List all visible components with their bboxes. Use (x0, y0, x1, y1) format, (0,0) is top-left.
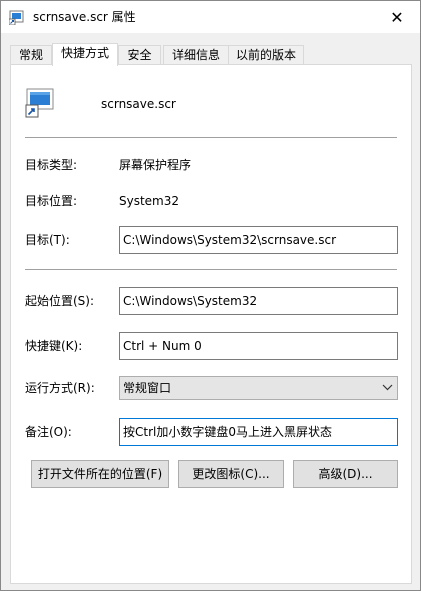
chevron-down-icon (382, 377, 393, 407)
divider (25, 269, 397, 270)
window-title: scrnsave.scr 属性 (33, 10, 136, 24)
shortcut-panel: scrnsave.scr 目标类型: 屏幕保护程序 目标位置: System32… (10, 64, 412, 584)
run-select-value: 常规窗口 (123, 381, 172, 395)
shortcut-key-label: 快捷键(K): (25, 339, 83, 353)
target-location-value: System32 (119, 194, 180, 208)
screensaver-shortcut-icon (25, 87, 57, 119)
shortcut-key-field[interactable]: Ctrl + Num 0 (119, 332, 398, 360)
tab-shortcut[interactable]: 快捷方式 (52, 43, 118, 66)
advanced-button[interactable]: 高级(D)... (293, 460, 398, 488)
open-file-location-button[interactable]: 打开文件所在的位置(F) (31, 460, 169, 488)
target-type-label: 目标类型: (25, 158, 78, 172)
tab-strip: 常规 快捷方式 安全 详细信息 以前的版本 (10, 43, 410, 66)
divider (25, 137, 397, 138)
target-location-label: 目标位置: (25, 194, 78, 208)
file-name: scrnsave.scr (101, 97, 176, 111)
run-select[interactable]: 常规窗口 (119, 376, 398, 400)
tab-security[interactable]: 安全 (118, 45, 161, 65)
title-bar[interactable]: scrnsave.scr 属性 ✕ (1, 1, 420, 33)
run-label: 运行方式(R): (25, 381, 95, 395)
target-label: 目标(T): (25, 233, 70, 247)
comment-field[interactable]: 按Ctrl加小数字键盘0马上进入黑屏状态 (119, 418, 398, 446)
start-in-field[interactable]: C:\Windows\System32 (119, 287, 398, 315)
shortcut-file-icon (8, 9, 25, 26)
target-field[interactable]: C:\Windows\System32\scrnsave.scr (119, 226, 398, 254)
close-button[interactable]: ✕ (374, 1, 420, 33)
properties-window: scrnsave.scr 属性 ✕ 常规 快捷方式 安全 详细信息 以前的版本 … (0, 0, 421, 591)
close-icon: ✕ (390, 7, 404, 27)
change-icon-button[interactable]: 更改图标(C)... (178, 460, 284, 488)
target-type-value: 屏幕保护程序 (119, 158, 192, 172)
tab-general[interactable]: 常规 (10, 45, 52, 65)
comment-label: 备注(O): (25, 425, 72, 439)
start-in-label: 起始位置(S): (25, 294, 95, 308)
tab-previous-versions[interactable]: 以前的版本 (228, 45, 304, 65)
tab-details[interactable]: 详细信息 (163, 45, 229, 65)
